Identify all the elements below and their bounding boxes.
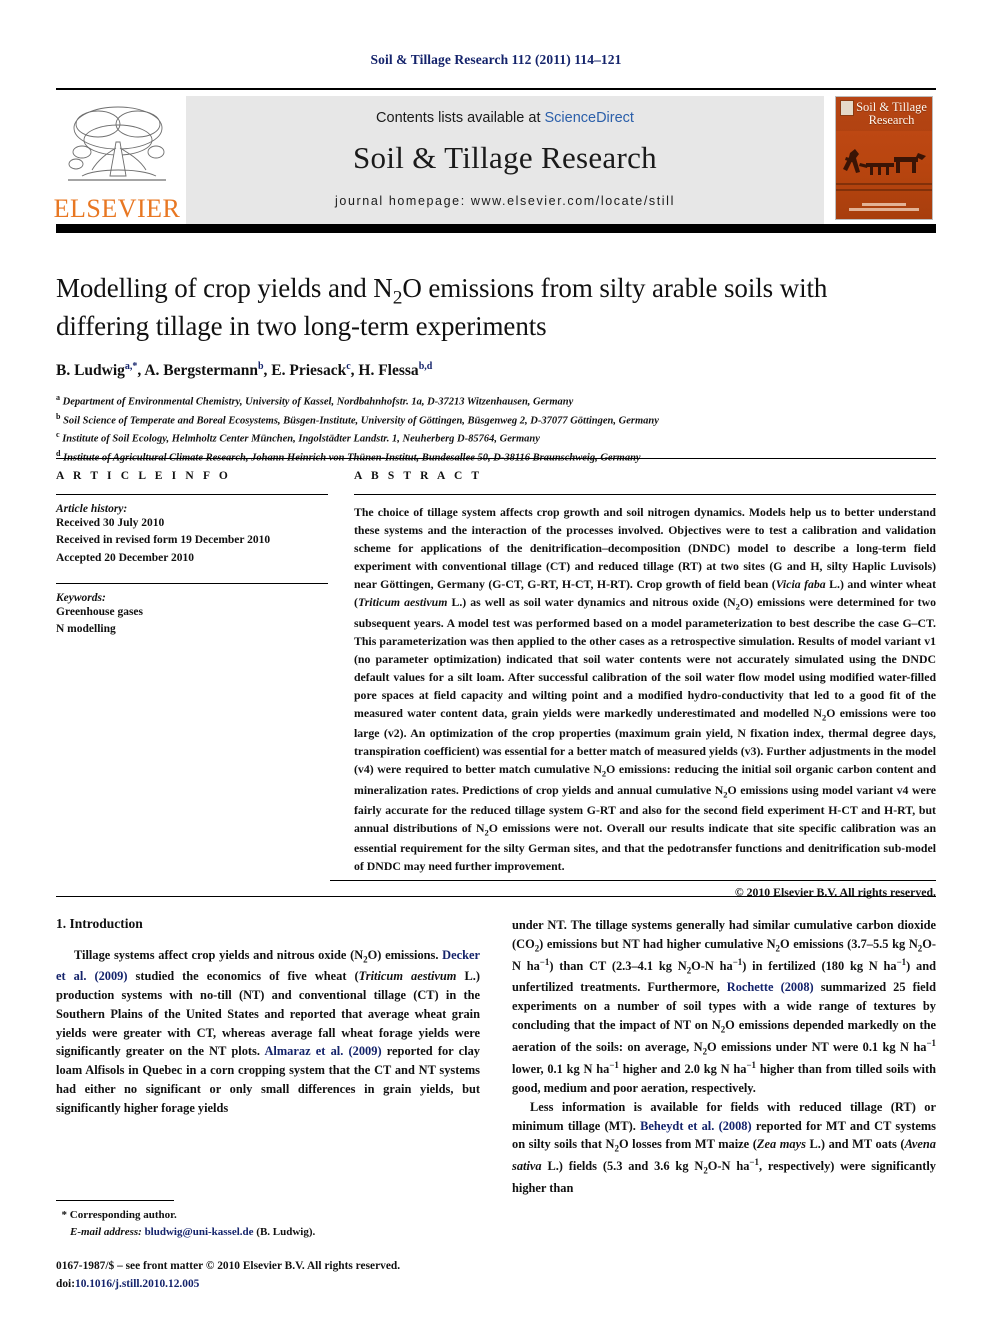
- footnote-rule: [56, 1200, 174, 1201]
- divider: [56, 494, 328, 495]
- abstract-column: A B S T R A C T The choice of tillage sy…: [350, 470, 936, 900]
- intro-paragraph-left: Tillage systems affect crop yields and n…: [56, 948, 480, 1115]
- article-history-label: Article history:: [56, 503, 128, 515]
- abstract-part-3: L.) as well as soil water dynamics and n…: [354, 595, 937, 874]
- doi-label: doi:: [56, 1277, 75, 1290]
- contents-available-line: Contents lists available at ScienceDirec…: [376, 110, 634, 126]
- author-name: E. Priesackc: [271, 361, 351, 380]
- keyword-item: Greenhouse gases: [56, 605, 143, 618]
- corresponding-author-line: * Corresponding author.: [56, 1207, 480, 1224]
- corresponding-author-text: Corresponding author.: [69, 1209, 177, 1221]
- affiliation-text: Institute of Soil Ecology, Helmholtz Cen…: [62, 433, 540, 445]
- history-item: Received 30 July 2010: [56, 517, 165, 529]
- email-link[interactable]: bludwig@uni-kassel.de: [145, 1226, 254, 1238]
- page-title: Modelling of crop yields and N2O emissio…: [56, 272, 916, 343]
- journal-cover-thumbnail: Soil & Tillage Research: [835, 96, 933, 220]
- section-heading-introduction: 1. Introduction: [56, 916, 143, 931]
- intro-paragraph-right-1: under NT. The tillage systems generally …: [512, 918, 937, 1095]
- elsevier-logo: ELSEVIER: [53, 96, 181, 224]
- history-item: Accepted 20 December 2010: [56, 551, 195, 564]
- citation-link[interactable]: Rochette (2008): [727, 980, 814, 994]
- author-name: H. Flessab,d: [358, 361, 433, 380]
- masthead-bottom-rule: [56, 224, 936, 233]
- affiliation-item: c Institute of Soil Ecology, Helmholtz C…: [56, 430, 540, 445]
- body-top-rule: [56, 896, 936, 897]
- journal-cover-block: Soil & Tillage Research: [832, 96, 936, 224]
- cover-badge-icon: [840, 100, 854, 116]
- info-top-rule: [56, 458, 936, 459]
- body-column-left: 1. Introduction Tillage systems affect c…: [56, 916, 480, 1197]
- doi-link[interactable]: 10.1016/j.still.2010.12.005: [75, 1278, 199, 1290]
- journal-title: Soil & Tillage Research: [353, 140, 657, 175]
- issn-line: 0167-1987/$ – see front matter © 2010 El…: [56, 1260, 401, 1272]
- body-column-right: under NT. The tillage systems generally …: [512, 916, 936, 1197]
- email-owner: (B. Ludwig).: [256, 1225, 316, 1238]
- abstract-text: The choice of tillage system affects cro…: [354, 503, 936, 876]
- species-name: Vicia faba: [775, 577, 826, 592]
- journal-homepage[interactable]: journal homepage: www.elsevier.com/locat…: [335, 194, 675, 208]
- title-block: Modelling of crop yields and N2O emissio…: [56, 272, 916, 466]
- imprint-block: 0167-1987/$ – see front matter © 2010 El…: [56, 1258, 576, 1293]
- running-head: Soil & Tillage Research 112 (2011) 114–1…: [370, 52, 622, 67]
- email-label: E-mail address:: [70, 1225, 142, 1238]
- abstract-bottom-rule: [330, 880, 936, 881]
- affiliation-text: Department of Environmental Chemistry, U…: [62, 396, 574, 408]
- keywords-label: Keywords:: [56, 591, 106, 604]
- divider: [354, 494, 936, 495]
- article-info-heading: A R T I C L E I N F O: [56, 470, 231, 482]
- cover-plough-art-icon: [836, 149, 932, 191]
- intro-paragraph-right-2: Less information is available for fields…: [512, 1099, 937, 1195]
- citation-link[interactable]: Almaraz et al. (2009): [264, 1044, 381, 1058]
- elsevier-wordmark: ELSEVIER: [53, 194, 181, 223]
- masthead-center-panel: Contents lists available at ScienceDirec…: [186, 96, 824, 224]
- title-line-2: differing tillage in two long-term exper…: [56, 311, 547, 342]
- affiliation-item: d Institute of Agricultural Climate Rese…: [56, 448, 641, 464]
- species-name: Triticum aestivum: [357, 595, 448, 610]
- abstract-copyright: © 2010 Elsevier B.V. All rights reserved…: [734, 884, 936, 899]
- abstract-heading: A B S T R A C T: [354, 470, 483, 482]
- divider: [56, 582, 328, 584]
- article-info-column: A R T I C L E I N F O Article history: R…: [56, 470, 350, 900]
- affiliation-item: b Soil Science of Temperate and Boreal E…: [56, 411, 659, 427]
- affiliation-item: a Department of Environmental Chemistry,…: [56, 393, 574, 408]
- author-list: B. Ludwiga,*, A. Bergstermannb, E. Pries…: [56, 361, 433, 380]
- email-line: E-mail address: bludwig@uni-kassel.de (B…: [56, 1224, 480, 1241]
- author-name: A. Bergstermannb: [144, 361, 264, 380]
- footnote-star-marker: *: [61, 1209, 68, 1221]
- body-columns: 1. Introduction Tillage systems affect c…: [56, 916, 936, 1197]
- affiliation-list: a Department of Environmental Chemistry,…: [56, 392, 916, 466]
- corresponding-author-footnote: * Corresponding author. E-mail address: …: [56, 1200, 480, 1240]
- history-item: Received in revised form 19 December 201…: [56, 534, 271, 547]
- contents-prefix: Contents lists available at: [376, 110, 545, 126]
- journal-masthead: ELSEVIER Contents lists available at Sci…: [53, 88, 936, 224]
- doi-line: doi:10.1016/j.still.2010.12.005: [56, 1276, 576, 1294]
- paper-page: Soil & Tillage Research 112 (2011) 114–1…: [0, 0, 992, 1323]
- elsevier-tree-icon: [68, 106, 166, 181]
- affiliation-text: Soil Science of Temperate and Boreal Eco…: [63, 415, 659, 427]
- info-abstract-row: A R T I C L E I N F O Article history: R…: [56, 470, 936, 900]
- author-name: B. Ludwiga,*: [56, 361, 138, 380]
- sciencedirect-link[interactable]: ScienceDirect: [545, 110, 634, 126]
- keyword-item: N modelling: [56, 623, 116, 635]
- cover-footer-lines: [842, 201, 926, 213]
- title-line-1: Modelling of crop yields and N2O emissio…: [56, 273, 828, 309]
- cover-title: Soil & Tillage Research: [856, 100, 927, 128]
- citation-link[interactable]: Beheydt et al. (2008): [640, 1119, 752, 1133]
